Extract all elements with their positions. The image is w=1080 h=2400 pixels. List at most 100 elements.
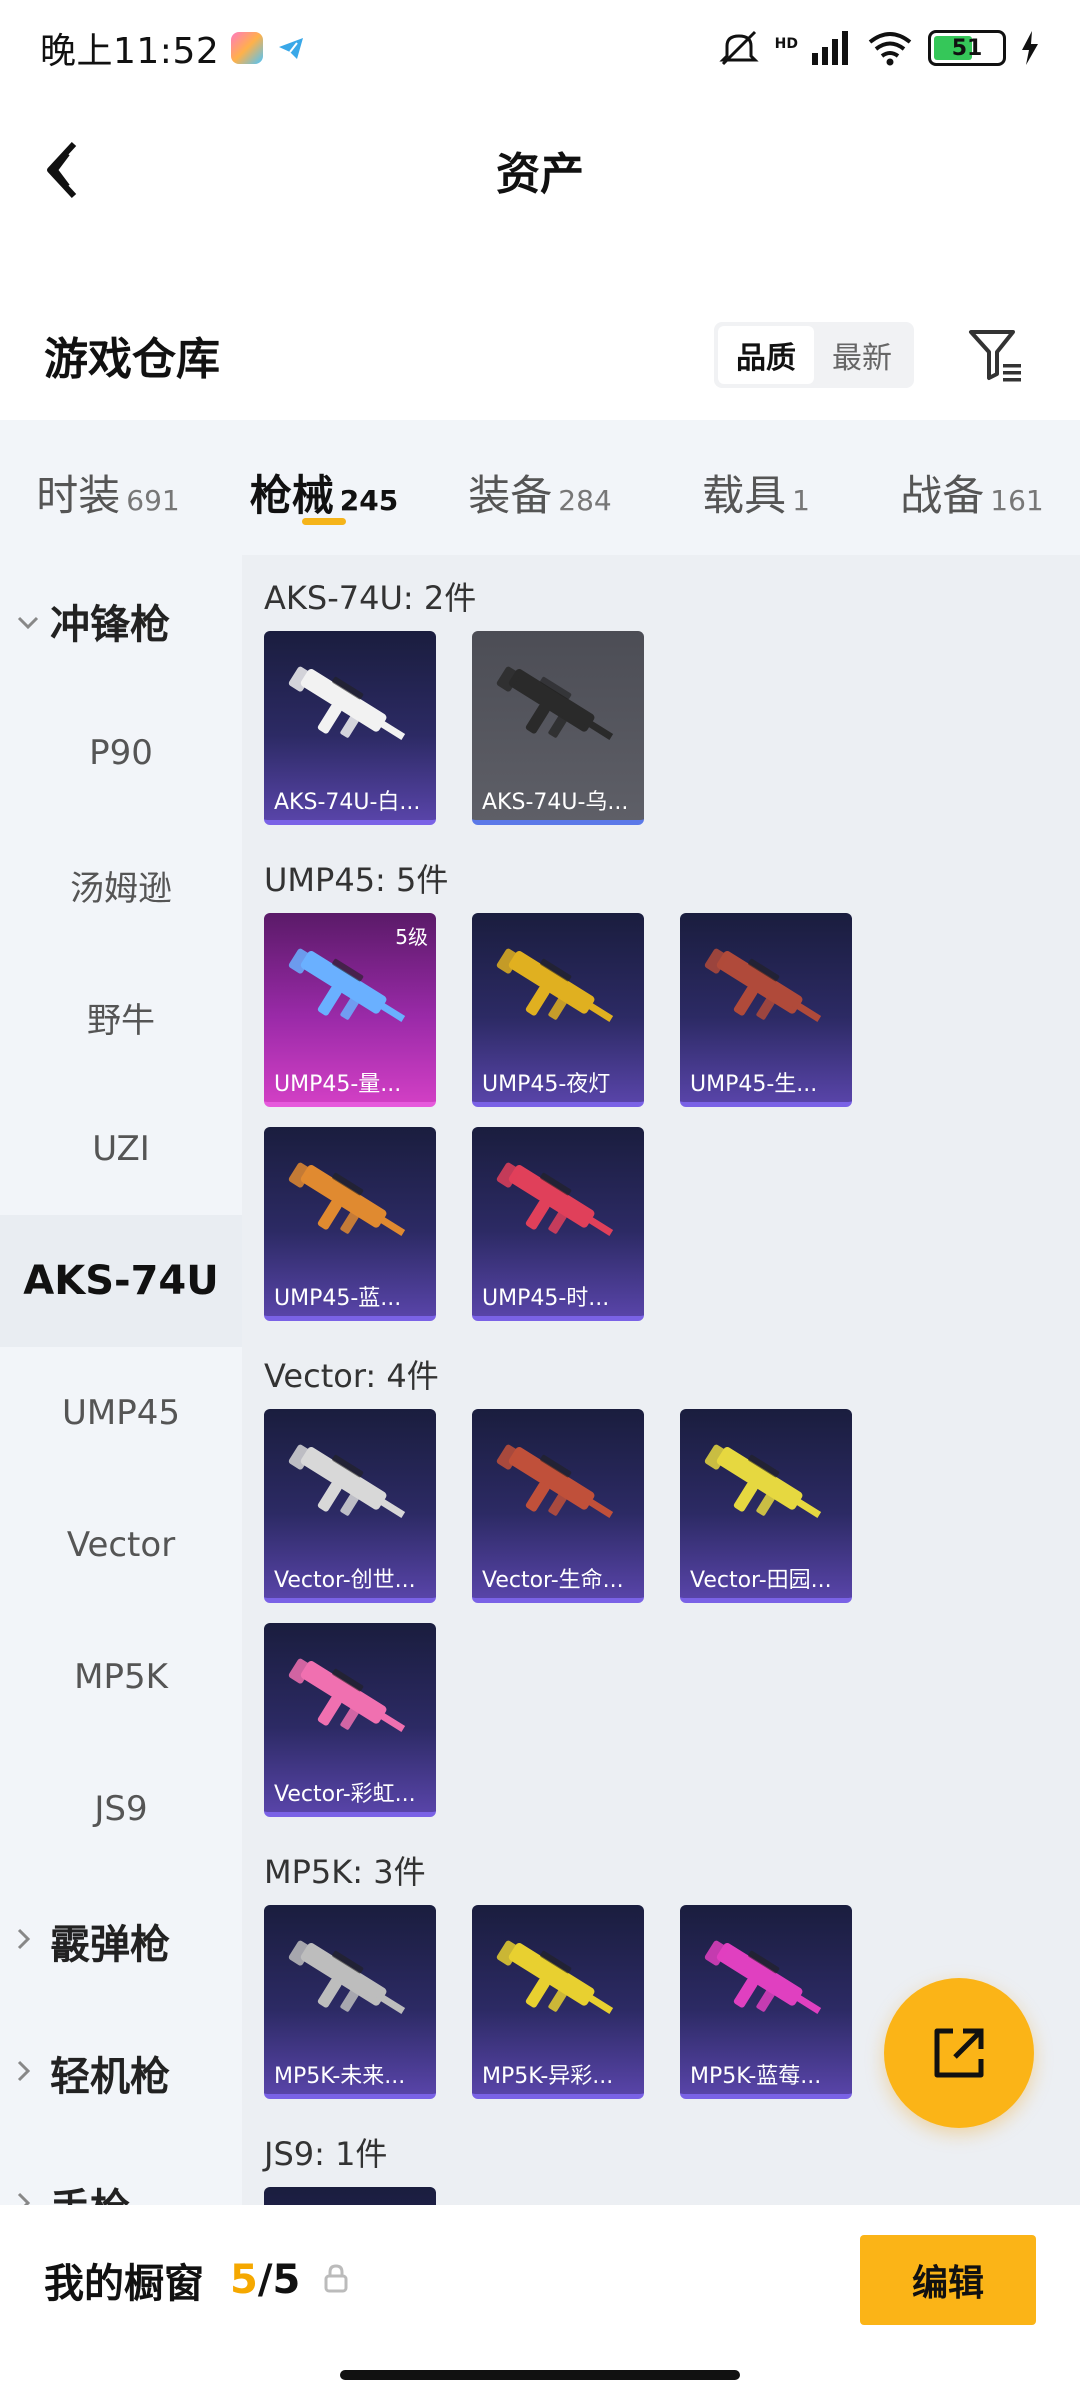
tab-count: 1 (792, 484, 810, 517)
weapon-skin-name: UMP45-夜灯 (482, 1072, 611, 1097)
chevron-right-icon (16, 2057, 50, 2090)
warehouse-section-header: 游戏仓库 品质 最新 (0, 300, 1080, 410)
sidebar-item-label: AKS-74U (23, 1258, 219, 1304)
weapon-skin-card[interactable]: MP5K-异彩... (472, 1905, 644, 2099)
share-external-icon (934, 2028, 984, 2078)
section-title: 游戏仓库 (44, 334, 220, 385)
weapon-skin-card[interactable]: JS9-凌霄紫焰 (264, 2187, 436, 2205)
tab-weapons[interactable]: 枪械 245 (216, 420, 432, 555)
weapon-image (488, 1145, 628, 1265)
weapon-image (280, 649, 420, 769)
category-tabs: 时装 691 枪械 245 装备 284 载具 1 战备 161 (0, 420, 1080, 555)
sidebar-item[interactable]: P90 (0, 687, 242, 819)
weapon-skin-name: Vector-彩虹... (274, 1782, 416, 1807)
weapon-skin-card[interactable]: MP5K-蓝莓... (680, 1905, 852, 2099)
sidebar-item[interactable]: UZI (0, 1083, 242, 1215)
charging-icon (1022, 31, 1038, 65)
sidebar-item[interactable]: AKS-74U (0, 1215, 242, 1347)
weapon-skin-card[interactable]: MP5K-未来... (264, 1905, 436, 2099)
wifi-icon (868, 32, 912, 66)
weapon-skin-card[interactable]: UMP45-夜灯 (472, 913, 644, 1107)
sidebar-item-label: 霰弹枪 (50, 1922, 170, 1968)
weapon-image (280, 1427, 420, 1547)
showcase-separator: / (257, 2257, 273, 2303)
weapon-skin-card[interactable]: Vector-田园... (680, 1409, 852, 1603)
sidebar-item-label: UMP45 (62, 1393, 180, 1433)
weapon-skin-name: Vector-创世... (274, 1568, 416, 1593)
showcase-total: 5 (272, 2257, 301, 2303)
showcase-bottom-bar: 我的橱窗 5/5 编辑 (0, 2205, 1080, 2355)
sidebar-item[interactable]: 轻机枪 (0, 2007, 242, 2139)
weapon-skin-name: UMP45-时... (482, 1286, 610, 1311)
tab-label: 战备 (900, 471, 985, 520)
lock-icon (322, 2263, 350, 2297)
chevron-right-icon (16, 2189, 50, 2205)
battery-level: 51 (951, 35, 983, 61)
tab-vehicles[interactable]: 载具 1 (648, 420, 864, 555)
weapon-image (696, 931, 836, 1051)
edit-button[interactable]: 编辑 (860, 2235, 1036, 2325)
weapon-image (488, 1427, 628, 1547)
weapon-group-title: Vector: 4件 (264, 1357, 439, 1395)
sidebar-item-label: 野牛 (87, 1000, 155, 1041)
chevron-left-icon (47, 141, 77, 199)
back-button[interactable] (30, 138, 94, 202)
sidebar-item-label: 轻机枪 (50, 2054, 170, 2100)
sort-by-quality[interactable]: 品质 (718, 326, 814, 384)
weapon-skin-card[interactable]: UMP45-蓝... (264, 1127, 436, 1321)
weapon-image (696, 1923, 836, 2043)
sidebar-item[interactable]: UMP45 (0, 1347, 242, 1479)
page-title: 资产 (496, 149, 584, 200)
sidebar-item[interactable]: 冲锋枪 (0, 555, 242, 687)
level-badge: 5级 (395, 925, 428, 949)
weapon-image (488, 1923, 628, 2043)
weapon-skin-card[interactable]: UMP45-时... (472, 1127, 644, 1321)
weapon-grid: JS9-凌霄紫焰 (264, 2187, 1058, 2205)
chevron-down-icon (16, 605, 50, 638)
telegram-icon (275, 32, 308, 64)
weapon-skin-name: MP5K-蓝莓... (690, 2064, 822, 2089)
filter-icon (969, 330, 1021, 382)
tab-label: 装备 (468, 471, 553, 520)
sidebar-item-label: Vector (66, 1525, 176, 1565)
showcase-current: 5 (230, 2257, 258, 2303)
weapon-skin-card[interactable]: Vector-彩虹... (264, 1623, 436, 1817)
filter-button[interactable] (964, 323, 1028, 387)
weapon-group-title: MP5K: 3件 (264, 1853, 426, 1891)
tab-fashion[interactable]: 时装 691 (0, 420, 216, 555)
sidebar-item-label: 冲锋枪 (50, 602, 170, 648)
weapon-skin-name: MP5K-未来... (274, 2064, 406, 2089)
sidebar-item-label: UZI (92, 1129, 150, 1169)
status-icons: HD 51 (717, 28, 1040, 68)
sidebar-item[interactable]: 汤姆逊 (0, 819, 242, 951)
weapon-skin-name: AKS-74U-白... (274, 790, 421, 815)
weapon-skin-name: Vector-田园... (690, 1568, 832, 1593)
home-indicator[interactable] (340, 2370, 740, 2380)
tab-label: 枪械 (249, 471, 334, 520)
tab-equipment[interactable]: 装备 284 (432, 420, 648, 555)
weapon-image (488, 649, 628, 769)
sidebar-item-label: MP5K (74, 1657, 168, 1697)
weapon-skin-card[interactable]: Vector-生命... (472, 1409, 644, 1603)
sidebar-item[interactable]: 霰弹枪 (0, 1875, 242, 2007)
weapon-skin-card[interactable]: 5级 UMP45-量... (264, 913, 436, 1107)
sidebar-item-label: 汤姆逊 (70, 868, 172, 909)
chevron-right-icon (16, 1925, 50, 1958)
share-floating-button[interactable] (884, 1978, 1034, 2128)
sidebar-item[interactable]: JS9 (0, 1743, 242, 1875)
sidebar-item[interactable]: Vector (0, 1479, 242, 1611)
weapon-skin-name: UMP45-蓝... (274, 1286, 402, 1311)
weapon-skin-card[interactable]: Vector-创世... (264, 1409, 436, 1603)
sidebar-item-label: JS9 (94, 1789, 148, 1829)
weapon-type-sidebar: 冲锋枪 P90 汤姆逊野牛 UZI AKS-74U UMP45 Vector MP5K JS9 霰… (0, 555, 242, 2205)
sidebar-item[interactable]: MP5K (0, 1611, 242, 1743)
sidebar-item[interactable]: 野牛 (0, 951, 242, 1083)
weapon-skin-card[interactable]: AKS-74U-白... (264, 631, 436, 825)
sidebar-item[interactable]: 手枪 (0, 2139, 242, 2205)
game-app-icon (231, 32, 264, 64)
weapon-skin-card[interactable]: UMP45-生... (680, 913, 852, 1107)
tab-supplies[interactable]: 战备 161 (864, 420, 1080, 555)
weapon-skin-card[interactable]: AKS-74U-乌... (472, 631, 644, 825)
sort-by-newest[interactable]: 最新 (814, 326, 910, 384)
weapon-skin-name: AKS-74U-乌... (482, 790, 629, 815)
